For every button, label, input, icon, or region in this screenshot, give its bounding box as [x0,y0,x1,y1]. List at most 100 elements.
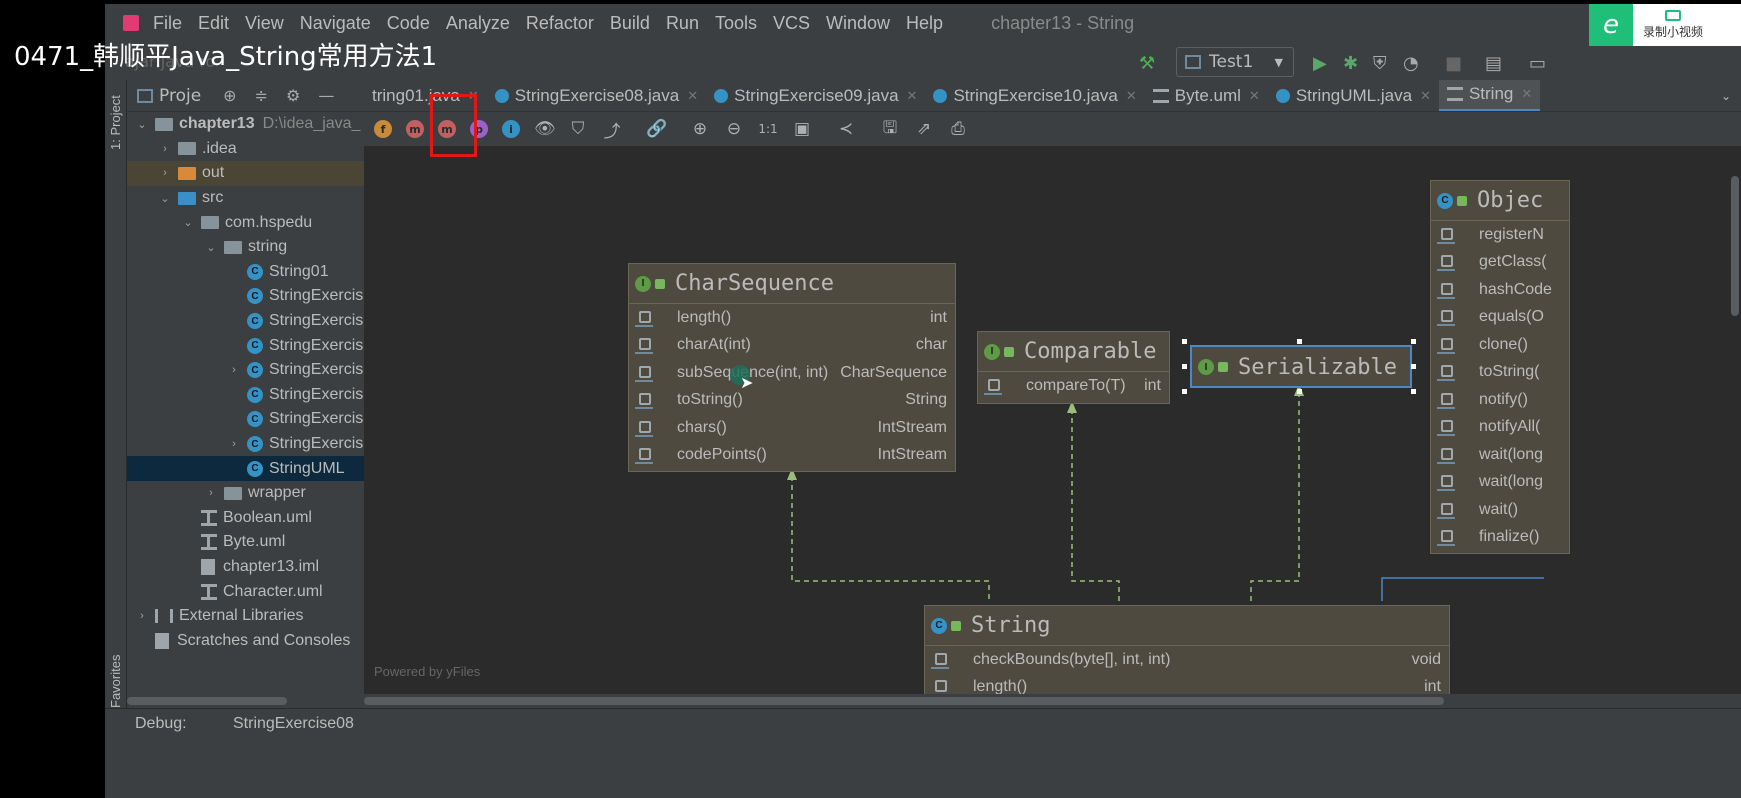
stop-icon[interactable]: ■ [1445,53,1462,74]
selection-handle[interactable] [1411,389,1416,394]
favorites-tool-button[interactable]: Favorites [108,655,123,708]
profile-icon[interactable]: ◔ [1403,53,1419,74]
recorder-record-button[interactable]: 录制小视频 [1643,10,1703,40]
selection-handle[interactable] [1182,389,1187,394]
tree-item[interactable]: Boolean.uml [127,506,364,531]
tree-item[interactable]: › C StringExercis [127,432,364,457]
project-structure-icon[interactable]: ▤ [1485,53,1502,74]
sdk-icon[interactable]: ▭ [1529,53,1546,74]
tree-item[interactable]: C StringExercis [127,309,364,334]
menu-window[interactable]: Window [826,13,890,34]
method-row[interactable]: compareTo(T) int [978,372,1169,400]
tree-item[interactable]: ⌄ string [127,235,364,260]
tree-item[interactable]: C StringExercis [127,284,364,309]
method-row[interactable]: clone() [1431,331,1569,359]
method-row[interactable]: length() int [629,304,955,332]
tree-item[interactable]: › External Libraries [127,604,364,629]
tree-item[interactable]: Character.uml [127,579,364,604]
method-row[interactable]: registerN [1431,221,1569,249]
tree-item[interactable]: Byte.uml [127,530,364,555]
chevron-right-icon[interactable]: › [227,364,241,376]
uml-diagram-canvas[interactable]: I CharSequence length() int charAt(int) cha… [364,146,1741,694]
menu-help[interactable]: Help [906,13,943,34]
constructors-icon[interactable]: m [406,120,424,138]
run-config-selector[interactable]: Test1 ▼ [1176,47,1294,77]
method-row[interactable]: wait(long [1431,441,1569,469]
method-row[interactable]: getClass( [1431,249,1569,277]
project-tool-button[interactable]: 1: Project [108,95,123,150]
editor-tab[interactable]: StringExercise08.java ✕ [487,80,706,111]
method-row[interactable]: equals(O [1431,304,1569,332]
menu-view[interactable]: View [245,13,284,34]
tree-item[interactable]: ⌄ com.hspedu [127,210,364,235]
chevron-right-icon[interactable]: › [158,143,172,155]
scroll-thumb[interactable] [364,697,1444,705]
eye-icon[interactable]: 👁 [534,119,556,139]
tree-item[interactable]: C StringExercis [127,333,364,358]
debug-tab-label[interactable]: Debug: [135,715,187,733]
save-icon[interactable]: 🖫 [880,115,900,144]
method-row[interactable]: notifyAll( [1431,414,1569,442]
uml-node-object[interactable]: C Objec registerN getClass(hashCode equals… [1430,180,1570,554]
selection-handle[interactable] [1411,339,1416,344]
method-row[interactable]: checkBounds(byte[], int, int) void [925,646,1449,674]
method-row[interactable]: codePoints() IntStream [629,442,955,470]
close-icon[interactable]: ✕ [1420,88,1431,104]
canvas-hscrollbar[interactable] [364,694,1741,708]
close-icon[interactable]: ✕ [1126,88,1137,104]
menu-vcs[interactable]: VCS [773,13,810,34]
tree-item[interactable]: › out [127,161,364,186]
layout-icon[interactable]: ≺ [836,119,856,139]
chevron-down-icon[interactable]: ⌄ [158,192,172,205]
tree-item[interactable]: ⌄ src [127,186,364,211]
menu-edit[interactable]: Edit [198,13,229,34]
collapse-all-icon[interactable]: ≑ [255,86,268,105]
method-row[interactable]: hashCode [1431,276,1569,304]
menu-refactor[interactable]: Refactor [526,13,594,34]
method-row[interactable]: toString( [1431,359,1569,387]
tree-item[interactable]: Scratches and Consoles [127,628,364,653]
method-row[interactable]: chars() IntStream [629,414,955,442]
project-view-selector[interactable]: Proje [159,86,201,106]
chevron-right-icon[interactable]: › [227,438,241,450]
uml-node-serializable[interactable]: I Serializable [1190,345,1412,388]
link-icon[interactable]: 🔗 [646,119,667,139]
editor-tab[interactable]: StringExercise10.java ✕ [925,80,1144,111]
method-row[interactable]: charAt(int) char [629,332,955,360]
menu-tools[interactable]: Tools [715,13,757,34]
gear-icon[interactable]: ⚙ [286,86,300,105]
method-row[interactable]: toString() String [629,387,955,415]
fit-content-icon[interactable]: ▣ [792,119,812,139]
tree-item[interactable]: C StringExercis [127,383,364,408]
tree-item[interactable]: › .idea [127,137,364,162]
editor-tab[interactable]: Byte.uml ✕ [1145,80,1268,111]
method-row[interactable]: wait() [1431,496,1569,524]
zoom-out-icon[interactable]: ⊖ [724,119,744,139]
menu-run[interactable]: Run [666,13,699,34]
method-row[interactable]: notify() [1431,386,1569,414]
close-icon[interactable]: ✕ [907,88,918,104]
debug-session-tab[interactable]: StringExercise08 [233,715,354,733]
run-icon[interactable]: ▶ [1313,53,1327,74]
screen-recorder-widget[interactable]: e 录制小视频 [1589,4,1741,46]
selection-handle[interactable] [1182,364,1187,369]
menu-analyze[interactable]: Analyze [446,13,510,34]
tab-list-chevron-down-icon[interactable]: ⌄ [1721,89,1731,103]
tree-item[interactable]: C StringExercis [127,407,364,432]
export-icon[interactable]: ⇗ [914,119,934,139]
zoom-in-icon[interactable]: ⊕ [690,119,710,139]
debug-icon[interactable]: ✱ [1343,53,1358,74]
uml-node-charsequence[interactable]: I CharSequence length() int charAt(int) cha… [628,263,956,472]
editor-tab[interactable]: String ✕ [1438,80,1541,111]
method-row[interactable]: subSequence(int, int) CharSequence [629,359,955,387]
close-icon[interactable]: ✕ [687,88,698,104]
editor-tab[interactable]: StringUML.java ✕ [1268,80,1439,111]
method-row[interactable]: wait(long [1431,469,1569,497]
fields-icon[interactable]: f [374,120,392,138]
selection-handle[interactable] [1411,364,1416,369]
chevron-down-icon[interactable]: ⌄ [181,216,195,229]
uml-node-comparable[interactable]: I Comparable compareTo(T) int [977,331,1170,404]
method-row[interactable]: finalize() [1431,524,1569,552]
chevron-down-icon[interactable]: ⌄ [204,241,218,254]
tree-item[interactable]: › C StringExercis [127,358,364,383]
